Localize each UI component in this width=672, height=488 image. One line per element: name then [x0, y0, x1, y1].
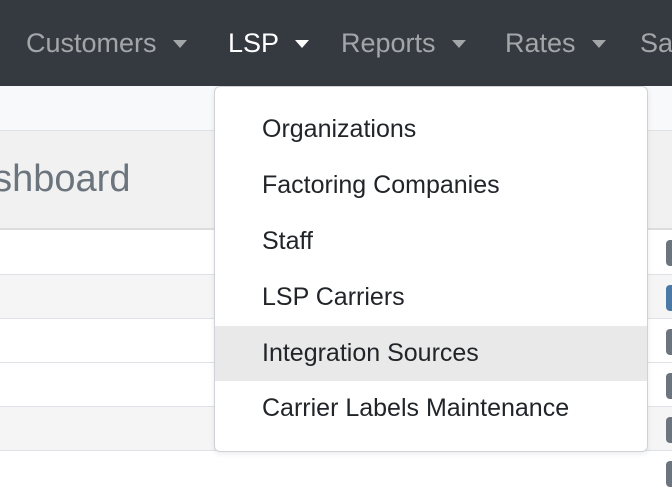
caret-down-icon: [295, 40, 310, 48]
page-title: ashboard: [0, 158, 131, 200]
caret-down-icon: [591, 40, 606, 48]
nav-rates[interactable]: Rates: [505, 25, 606, 61]
nav-lsp-label: LSP: [228, 27, 280, 58]
caret-down-icon: [172, 40, 187, 48]
page: Customers LSP Reports Rates Sa ashboard: [0, 0, 672, 488]
nav-reports[interactable]: Reports: [341, 25, 466, 61]
menu-item-organizations[interactable]: Organizations: [215, 102, 647, 157]
row-action-button[interactable]: [666, 461, 672, 487]
row-action-button[interactable]: [666, 285, 672, 311]
nav-reports-label: Reports: [341, 27, 436, 58]
row-action-button[interactable]: [666, 329, 672, 355]
caret-down-icon: [451, 40, 466, 48]
nav-sales-label: Sa: [640, 27, 672, 58]
menu-item-factoring-companies[interactable]: Factoring Companies: [215, 158, 647, 213]
table-row: [0, 451, 672, 488]
nav-rates-label: Rates: [505, 27, 576, 58]
nav-customers[interactable]: Customers: [26, 25, 187, 61]
menu-item-integration-sources[interactable]: Integration Sources: [215, 326, 647, 381]
row-action-button[interactable]: [666, 240, 672, 266]
top-navbar: Customers LSP Reports Rates Sa: [0, 0, 672, 86]
nav-customers-label: Customers: [26, 27, 157, 58]
lsp-dropdown-menu: Organizations Factoring Companies Staff …: [214, 86, 648, 452]
row-action-button[interactable]: [666, 373, 672, 399]
menu-item-staff[interactable]: Staff: [215, 214, 647, 269]
nav-lsp[interactable]: LSP: [228, 25, 310, 61]
menu-item-carrier-labels-maintenance[interactable]: Carrier Labels Maintenance: [215, 381, 647, 436]
row-action-button[interactable]: [666, 417, 672, 443]
menu-item-lsp-carriers[interactable]: LSP Carriers: [215, 270, 647, 325]
nav-sales-partial[interactable]: Sa: [640, 25, 672, 61]
